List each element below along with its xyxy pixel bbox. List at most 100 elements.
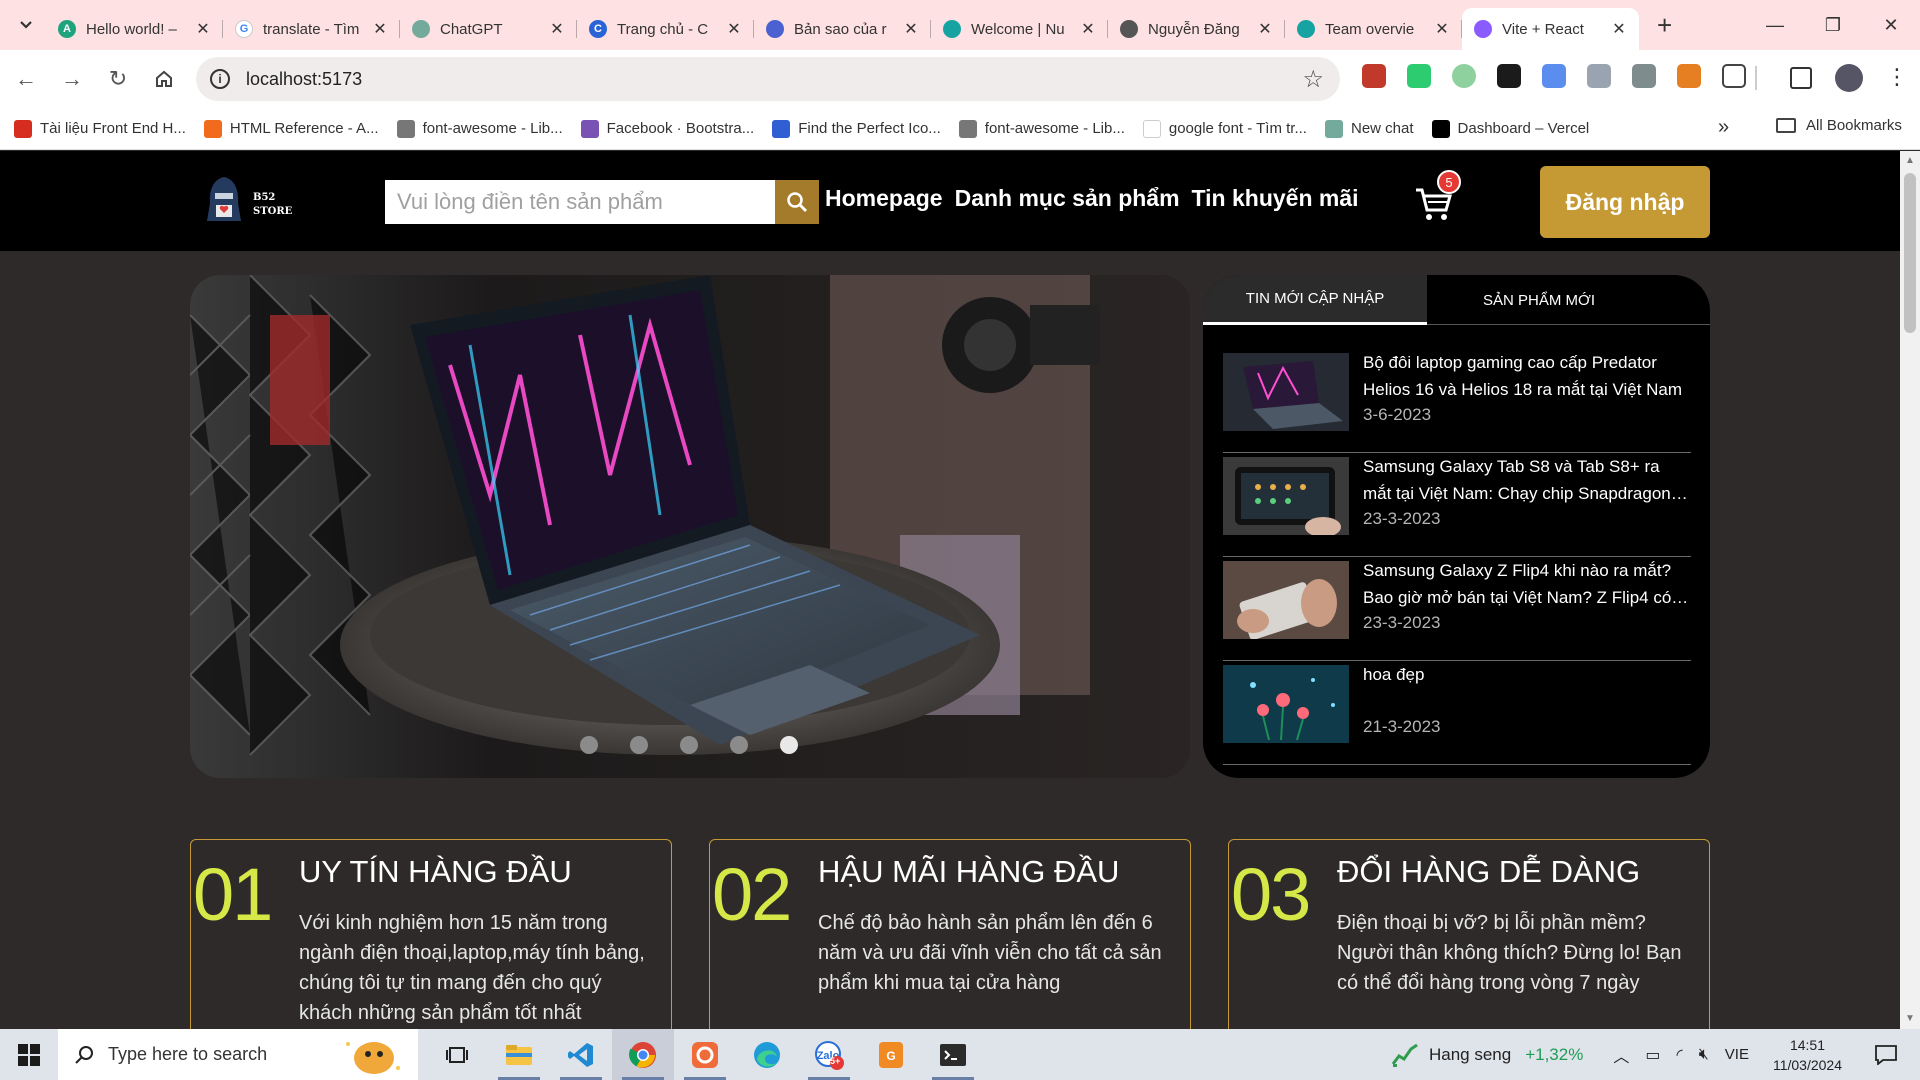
back-icon[interactable]: ← bbox=[6, 59, 46, 99]
login-button[interactable]: Đăng nhập bbox=[1540, 166, 1710, 238]
bookmarks-overflow-icon[interactable]: » bbox=[1718, 116, 1729, 139]
scrollbar-thumb[interactable] bbox=[1904, 173, 1916, 333]
news-item[interactable]: Samsung Galaxy Tab S8 và Tab S8+ ra mắt … bbox=[1223, 453, 1691, 557]
edge-icon[interactable] bbox=[736, 1029, 798, 1080]
scroll-down-icon[interactable]: ▼ bbox=[1905, 1013, 1915, 1024]
sublime-like-icon[interactable]: G bbox=[860, 1029, 922, 1080]
page-scrollbar[interactable]: ▲ ▼ bbox=[1900, 151, 1920, 1029]
vscode-icon[interactable] bbox=[550, 1029, 612, 1080]
news-item[interactable]: hoa đẹp 21-3-2023 bbox=[1223, 661, 1691, 765]
tab-close-icon[interactable]: ✕ bbox=[549, 19, 565, 39]
input-language[interactable]: VIE bbox=[1725, 1046, 1749, 1063]
zalo-icon[interactable]: Zalo 5+ bbox=[798, 1029, 860, 1080]
search-input[interactable] bbox=[385, 180, 775, 224]
file-explorer-icon[interactable] bbox=[488, 1029, 550, 1080]
tab-latest-news[interactable]: TIN MỚI CẬP NHẬP bbox=[1203, 275, 1427, 325]
volume-mute-icon[interactable]: 🔇︎ bbox=[1699, 1046, 1709, 1064]
browser-tab[interactable]: Nguyễn Đăng ✕ bbox=[1108, 8, 1285, 50]
tab-close-icon[interactable]: ✕ bbox=[903, 19, 919, 39]
carousel-dot[interactable] bbox=[630, 736, 648, 754]
stock-change[interactable]: +1,32% bbox=[1525, 1045, 1583, 1065]
stock-name[interactable]: Hang seng bbox=[1429, 1045, 1511, 1065]
close-window-icon[interactable]: ✕ bbox=[1862, 0, 1920, 50]
forward-icon[interactable]: → bbox=[52, 59, 92, 99]
bookmark-item[interactable]: Dashboard – Vercel bbox=[1431, 119, 1589, 138]
tab-search-icon[interactable] bbox=[6, 5, 46, 45]
puzzle-extensions-icon[interactable] bbox=[1722, 64, 1746, 88]
carousel-dot[interactable] bbox=[780, 736, 798, 754]
browser-tab[interactable]: A Hello world! – ✕ bbox=[46, 8, 223, 50]
browser-tab[interactable]: ChatGPT ✕ bbox=[400, 8, 577, 50]
battery-icon[interactable]: ▭ bbox=[1645, 1045, 1660, 1065]
tab-close-icon[interactable]: ✕ bbox=[1080, 19, 1096, 39]
home-icon[interactable] bbox=[144, 59, 184, 99]
nav-promotions[interactable]: Tin khuyến mãi bbox=[1192, 185, 1359, 212]
extension-icon[interactable] bbox=[1497, 64, 1521, 88]
all-bookmarks-button[interactable]: All Bookmarks bbox=[1776, 117, 1902, 134]
nav-categories[interactable]: Danh mục sản phẩm bbox=[955, 185, 1180, 212]
start-button[interactable] bbox=[0, 1029, 58, 1080]
bookmark-item[interactable]: Find the Perfect Ico... bbox=[772, 119, 941, 138]
metamask-icon[interactable] bbox=[1677, 64, 1701, 88]
clock[interactable]: 14:51 11/03/2024 bbox=[1773, 1035, 1842, 1075]
avatar[interactable] bbox=[1835, 64, 1863, 92]
news-title[interactable]: Bộ đôi laptop gaming cao cấp Predator He… bbox=[1363, 349, 1691, 403]
news-title[interactable]: Samsung Galaxy Tab S8 và Tab S8+ ra mắt … bbox=[1363, 453, 1691, 507]
scroll-up-icon[interactable]: ▲ bbox=[1905, 155, 1915, 166]
extension-icon[interactable] bbox=[1407, 64, 1431, 88]
tab-close-icon[interactable]: ✕ bbox=[1257, 19, 1273, 39]
minimize-icon[interactable]: — bbox=[1746, 0, 1804, 50]
search-button[interactable] bbox=[775, 180, 819, 224]
carousel-dot[interactable] bbox=[730, 736, 748, 754]
extension-icon[interactable] bbox=[1587, 64, 1611, 88]
task-view-icon[interactable] bbox=[426, 1029, 488, 1080]
news-item[interactable]: Samsung Galaxy Z Flip4 khi nào ra mắt? B… bbox=[1223, 557, 1691, 661]
wifi-icon[interactable]: ◜ bbox=[1676, 1045, 1682, 1065]
tab-new-products[interactable]: SẢN PHẨM MỚI bbox=[1427, 275, 1651, 325]
tab-close-icon[interactable]: ✕ bbox=[1611, 19, 1627, 39]
nav-homepage[interactable]: Homepage bbox=[825, 185, 943, 212]
browser-tab[interactable]: Bản sao của r ✕ bbox=[754, 8, 931, 50]
reload-icon[interactable]: ↻ bbox=[98, 59, 138, 99]
extension-icon[interactable] bbox=[1542, 64, 1566, 88]
extension-icon[interactable] bbox=[1452, 64, 1476, 88]
site-info-icon[interactable]: i bbox=[210, 69, 230, 89]
browser-tab[interactable]: Welcome | Nu ✕ bbox=[931, 8, 1108, 50]
notification-center-icon[interactable] bbox=[1866, 1044, 1906, 1065]
tab-close-icon[interactable]: ✕ bbox=[726, 19, 742, 39]
bookmark-item[interactable]: font-awesome - Lib... bbox=[396, 119, 563, 138]
tab-close-icon[interactable]: ✕ bbox=[195, 19, 211, 39]
url-text[interactable]: localhost:5173 bbox=[246, 69, 362, 90]
bookmark-item[interactable]: New chat bbox=[1324, 119, 1414, 138]
address-bar[interactable]: i localhost:5173 ☆ bbox=[196, 57, 1340, 101]
bookmark-item[interactable]: HTML Reference - A... bbox=[203, 119, 379, 138]
postman-like-icon[interactable] bbox=[674, 1029, 736, 1080]
chrome-icon[interactable] bbox=[612, 1029, 674, 1080]
store-logo[interactable]: B52 STORE bbox=[205, 175, 292, 227]
news-title[interactable]: hoa đẹp bbox=[1363, 661, 1691, 715]
extension-icon[interactable] bbox=[1362, 64, 1386, 88]
tab-close-icon[interactable]: ✕ bbox=[1434, 19, 1450, 39]
bookmark-item[interactable]: google font - Tìm tr... bbox=[1142, 119, 1307, 138]
news-item[interactable]: Bộ đôi laptop gaming cao cấp Predator He… bbox=[1223, 349, 1691, 453]
browser-tab[interactable]: C Trang chủ - C ✕ bbox=[577, 8, 754, 50]
carousel-dot[interactable] bbox=[680, 736, 698, 754]
browser-tab[interactable]: Team overvie ✕ bbox=[1285, 8, 1462, 50]
chevron-up-icon[interactable]: ︿ bbox=[1613, 1043, 1629, 1067]
news-title[interactable]: Samsung Galaxy Z Flip4 khi nào ra mắt? B… bbox=[1363, 557, 1691, 611]
tab-close-icon[interactable]: ✕ bbox=[372, 19, 388, 39]
bookmark-item[interactable]: Tài liệu Front End H... bbox=[14, 119, 186, 138]
bookmark-star-icon[interactable]: ☆ bbox=[1302, 65, 1324, 94]
terminal-icon[interactable] bbox=[922, 1029, 984, 1080]
restore-icon[interactable]: ❐ bbox=[1804, 0, 1862, 50]
stock-chart-icon[interactable] bbox=[1391, 1042, 1419, 1068]
browser-tab[interactable]: Vite + React ✕ bbox=[1462, 8, 1639, 50]
menu-kebab-icon[interactable]: ⋮ bbox=[1886, 64, 1908, 90]
hero-carousel[interactable] bbox=[190, 275, 1190, 778]
bookmark-item[interactable]: Facebook · Bootstra... bbox=[580, 119, 754, 138]
new-tab-button[interactable]: + bbox=[1657, 10, 1672, 41]
browser-tab[interactable]: Gtranslate - Tìm ✕ bbox=[223, 8, 400, 50]
extension-icon[interactable] bbox=[1632, 64, 1656, 88]
carousel-dot[interactable] bbox=[580, 736, 598, 754]
taskbar-search[interactable]: Type here to search bbox=[58, 1029, 418, 1080]
